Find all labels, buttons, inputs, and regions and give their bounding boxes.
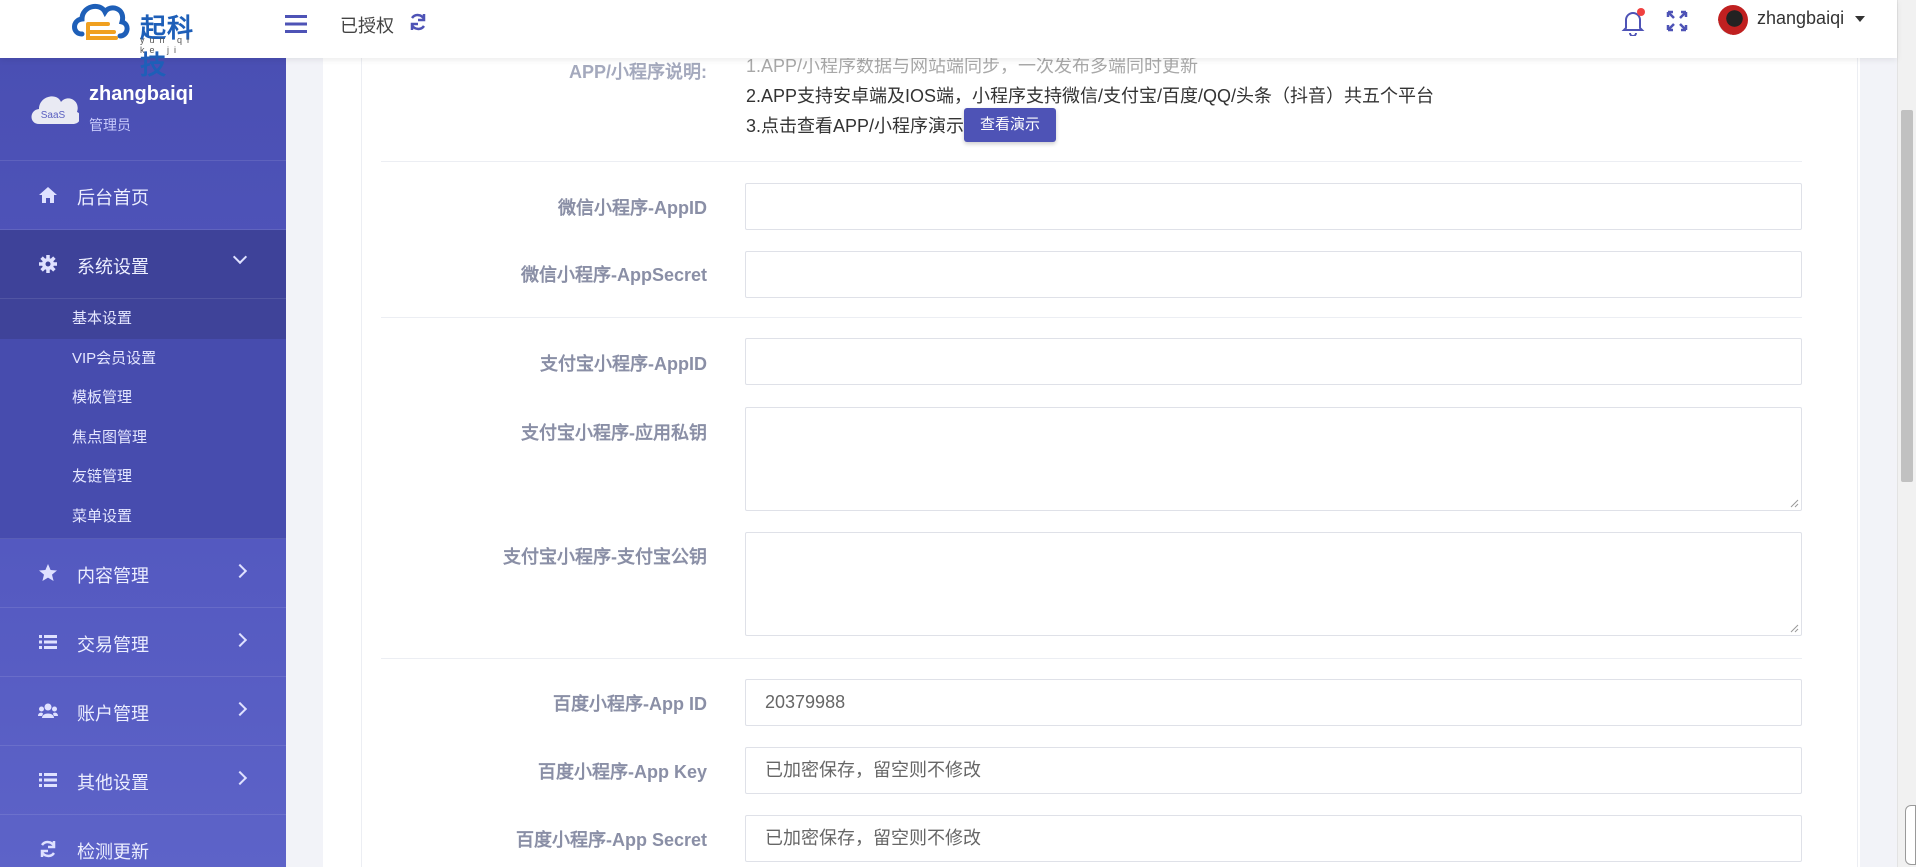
- app-desc-line-3: 3.点击查看APP/小程序演示: [746, 116, 965, 136]
- sidebar: SaaS zhangbaiqi 管理员 后台首页 系统设置 基本设置 VIP会员…: [0, 58, 286, 867]
- chevron-right-icon: [232, 701, 248, 717]
- scrollbar-thumb[interactable]: [1901, 110, 1913, 482]
- auth-status[interactable]: 已授权: [340, 12, 394, 38]
- gear-icon: [39, 255, 57, 273]
- avatar-text: SaaS: [41, 110, 66, 121]
- sidebar-item-label: 其他设置: [77, 773, 149, 793]
- wx-appid-input[interactable]: [745, 183, 1802, 230]
- list-icon: [39, 773, 57, 787]
- sidebar-item-label: 账户管理: [77, 704, 149, 724]
- sidebar-item-system-settings[interactable]: 系统设置: [0, 230, 286, 299]
- chevron-right-icon: [232, 770, 248, 786]
- view-demo-button[interactable]: 查看演示: [964, 108, 1056, 142]
- ali-public-key-label: 支付宝小程序-支付宝公钥: [503, 547, 707, 567]
- bd-secret-label: 百度小程序-App Secret: [515, 830, 707, 850]
- submenu-menu-settings[interactable]: 菜单设置: [0, 497, 286, 537]
- chevron-right-icon: [232, 563, 248, 579]
- divider: [381, 161, 1802, 162]
- bd-secret-input[interactable]: 已加密保存，留空则不修改: [745, 815, 1802, 862]
- chevron-right-icon: [232, 632, 248, 648]
- refresh-icon[interactable]: [408, 12, 428, 32]
- fullscreen-icon[interactable]: [1666, 10, 1688, 32]
- cloud-logo-icon: [72, 3, 130, 40]
- scroll-handle[interactable]: [1905, 805, 1916, 865]
- bell-icon[interactable]: [1620, 8, 1646, 36]
- wx-secret-label: 微信小程序-AppSecret: [520, 265, 707, 285]
- resize-handle-icon[interactable]: [1790, 624, 1799, 633]
- ali-appid-label: 支付宝小程序-AppID: [540, 354, 707, 374]
- ali-private-key-label: 支付宝小程序-应用私钥: [521, 423, 707, 443]
- divider: [381, 658, 1802, 659]
- app-desc-label: APP/小程序说明:: [568, 62, 707, 82]
- users-icon: [38, 703, 58, 718]
- profile-name: zhangbaiqi: [89, 83, 194, 105]
- sidebar-item-content[interactable]: 内容管理: [0, 539, 286, 608]
- sidebar-item-label: 后台首页: [77, 188, 149, 208]
- sidebar-item-accounts[interactable]: 账户管理: [0, 677, 286, 746]
- brand-pinyin: yun qi ke ji: [140, 35, 195, 55]
- ali-public-key-textarea[interactable]: [745, 532, 1802, 636]
- user-avatar[interactable]: [1718, 5, 1748, 35]
- hamburger-menu-icon[interactable]: [284, 12, 308, 36]
- profile-role: 管理员: [89, 117, 131, 133]
- app-desc-line-2: 2.APP支持安卓端及IOS端，小程序支持微信/支付宝/百度/QQ/头条（抖音）…: [746, 86, 1435, 106]
- submenu-vip-settings[interactable]: VIP会员设置: [0, 339, 286, 379]
- wx-appid-label: 微信小程序-AppID: [558, 198, 707, 218]
- star-icon: [39, 564, 57, 581]
- chevron-down-icon: [232, 249, 248, 265]
- sidebar-item-label: 交易管理: [77, 635, 149, 655]
- submenu-basic-settings[interactable]: 基本设置: [0, 299, 286, 339]
- caret-down-icon[interactable]: [1855, 16, 1865, 22]
- bd-appid-input[interactable]: 20379988: [745, 679, 1802, 726]
- bd-appid-label: 百度小程序-App ID: [553, 694, 707, 714]
- sidebar-item-transactions[interactable]: 交易管理: [0, 608, 286, 677]
- submenu-banner-management[interactable]: 焦点图管理: [0, 418, 286, 458]
- sidebar-item-check-update[interactable]: 检测更新: [0, 815, 286, 867]
- refresh-icon: [40, 840, 56, 858]
- resize-handle-icon[interactable]: [1790, 499, 1799, 508]
- bd-appkey-input[interactable]: 已加密保存，留空则不修改: [745, 747, 1802, 794]
- sidebar-item-other-settings[interactable]: 其他设置: [0, 746, 286, 815]
- ali-appid-input[interactable]: [745, 338, 1802, 385]
- logo[interactable]: 起科技 yun qi ke ji: [70, 0, 220, 80]
- sidebar-item-label: 检测更新: [77, 842, 149, 862]
- user-name[interactable]: zhangbaiqi: [1757, 8, 1844, 29]
- wx-secret-input[interactable]: [745, 251, 1802, 298]
- bd-appkey-label: 百度小程序-App Key: [537, 762, 707, 782]
- submenu-template-management[interactable]: 模板管理: [0, 378, 286, 418]
- submenu-link-management[interactable]: 友链管理: [0, 457, 286, 497]
- page-scrollbar[interactable]: [1897, 0, 1916, 867]
- list-icon: [39, 635, 57, 649]
- sidebar-item-label: 内容管理: [77, 566, 149, 586]
- sidebar-item-home[interactable]: 后台首页: [0, 161, 286, 230]
- home-icon: [39, 187, 57, 203]
- system-settings-submenu: 基本设置 VIP会员设置 模板管理 焦点图管理 友链管理 菜单设置: [0, 299, 286, 539]
- saas-cloud-avatar: SaaS: [31, 96, 79, 124]
- top-bar: 起科技 yun qi ke ji 已授权 zhangbaiqi: [0, 0, 1897, 80]
- divider: [381, 317, 1802, 318]
- ali-private-key-textarea[interactable]: [745, 407, 1802, 511]
- sidebar-item-label: 系统设置: [77, 257, 149, 277]
